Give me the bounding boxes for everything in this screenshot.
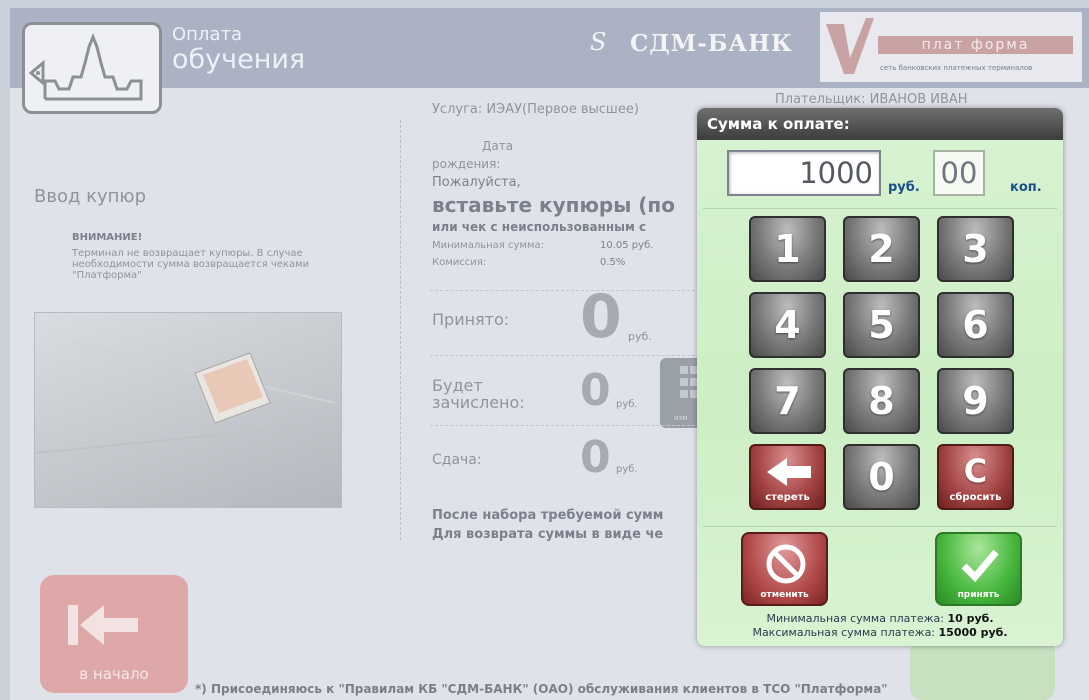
max-payment-line: Максимальная сумма платежа: 15000 руб. (697, 626, 1063, 640)
key-0[interactable]: 0 (843, 444, 920, 510)
payer-info: Плательщик: ИВАНОВ ИВАН (775, 92, 968, 107)
app-title-line1: Оплата (172, 24, 242, 45)
key-3[interactable]: 3 (937, 216, 1014, 282)
bank-logo: СДМ-БАНК (630, 30, 793, 57)
key-2[interactable]: 2 (843, 216, 920, 282)
clear-button-label: сбросить (949, 492, 1002, 503)
payment-limits: Минимальная сумма платежа: 10 руб. Макси… (697, 612, 1063, 640)
home-button-label: в начало (79, 665, 149, 683)
will-credit-label-2: зачислено: (432, 393, 525, 412)
divider-3 (430, 425, 700, 426)
accepted-label: Принято: (432, 310, 510, 329)
will-credit-value: 0 (580, 365, 611, 416)
back-to-start-icon (68, 605, 138, 645)
dialog-divider-bottom (703, 526, 1057, 527)
divider-1 (430, 290, 700, 291)
will-credit-label: Будет зачислено: (432, 377, 525, 411)
max-payment-label: Максимальная сумма платежа: (752, 626, 936, 639)
continue-button-ghost (910, 640, 1055, 700)
key-5[interactable]: 5 (843, 292, 920, 358)
platforma-subtitle: сеть банковских платежных терминалов (880, 64, 1033, 72)
accepted-rub: руб. (628, 330, 652, 343)
calculator-button[interactable]: изм (660, 358, 702, 428)
min-payment-label: Минимальная сумма платежа: (766, 612, 944, 625)
key-9[interactable]: 9 (937, 368, 1014, 434)
platforma-word: плат форма (878, 36, 1073, 54)
calculator-label: изм (674, 414, 688, 422)
platforma-logo: плат форма сеть банковских платежных тер… (820, 12, 1082, 82)
birth-label-2: рождения: (432, 157, 501, 171)
insert-bills-text: вставьте купюры (по (432, 193, 675, 217)
key-6[interactable]: 6 (937, 292, 1014, 358)
rub-label: руб. (888, 180, 920, 195)
min-sum-label: Минимальная сумма: (432, 240, 544, 251)
birth-label-1: Дата (482, 139, 514, 153)
dialog-title: Сумма к оплате: (697, 108, 1063, 140)
service-label-text: Услуга: (432, 102, 483, 117)
vertical-divider (400, 120, 401, 540)
amount-dialog: Сумма к оплате: 1000 руб. 00 коп. 1 2 3 … (697, 108, 1063, 646)
change-rub: руб. (616, 464, 638, 475)
university-logo (22, 22, 162, 114)
calculator-icon (680, 366, 698, 398)
footer-note: *) Присоединяюсь к "Правилам КБ "СДМ-БАН… (195, 682, 888, 696)
warning-title: ВНИМАНИЕ! (72, 232, 143, 243)
payer-value: ИВАНОВ ИВАН (869, 92, 968, 107)
cancel-button-label: отменить (760, 590, 809, 600)
clear-button[interactable]: C сбросить (937, 444, 1014, 510)
service-value: ИЭАУ(Первое высшее) (486, 102, 639, 117)
after-text-1: После набора требуемой сумм (432, 508, 664, 523)
amount-rub-input[interactable]: 1000 (727, 150, 881, 196)
commission-label: Комиссия: (432, 257, 487, 268)
divider-2 (430, 355, 700, 356)
key-8[interactable]: 8 (843, 368, 920, 434)
min-payment-line: Минимальная сумма платежа: 10 руб. (697, 612, 1063, 626)
app-title-line2: обучения (172, 44, 306, 75)
min-payment-value: 10 руб. (947, 612, 994, 625)
commission-value: 0.5% (600, 257, 626, 268)
max-payment-value: 15000 руб. (938, 626, 1008, 639)
change-value: 0 (580, 432, 611, 483)
platforma-v-icon (826, 18, 874, 74)
backspace-arrow-icon (767, 458, 811, 486)
cancel-button[interactable]: отменить (741, 532, 828, 606)
please-text: Пожалуйста, (432, 175, 521, 190)
bill-acceptor-image (34, 312, 342, 508)
key-1[interactable]: 1 (749, 216, 826, 282)
will-credit-rub: руб. (616, 399, 638, 410)
checkmark-icon (961, 549, 999, 583)
accepted-value: 0 (580, 282, 622, 352)
university-building-icon (29, 33, 143, 101)
clear-button-glyph: C (963, 452, 988, 490)
amount-kop-input[interactable]: 00 (933, 150, 985, 196)
change-label: Сдача: (432, 452, 482, 468)
key-7[interactable]: 7 (749, 368, 826, 434)
erase-button[interactable]: стереть (749, 444, 826, 510)
payer-label: Плательщик: (775, 92, 866, 107)
home-button[interactable]: в начало (40, 575, 188, 693)
bill-acceptor-illustration (34, 342, 342, 454)
kop-label: коп. (1010, 180, 1042, 195)
min-sum-value: 10.05 руб. (600, 240, 654, 251)
erase-button-label: стереть (765, 492, 810, 503)
cancel-icon (766, 544, 806, 584)
section-title: Ввод купюр (34, 186, 147, 207)
warning-text: Терминал не возвращает купюры. В случае … (72, 248, 310, 281)
or-check-text: или чек с неиспользованным с (432, 220, 647, 234)
accept-button-label: принять (957, 590, 1000, 600)
after-text-2: Для возврата суммы в виде че (432, 527, 664, 542)
service-label: Услуга: ИЭАУ(Первое высшее) (432, 102, 639, 117)
accept-button[interactable]: принять (935, 532, 1022, 606)
will-credit-label-1: Будет (432, 376, 483, 395)
key-4[interactable]: 4 (749, 292, 826, 358)
bank-mark-icon: S (590, 28, 607, 56)
dialog-divider-top (703, 208, 1057, 209)
